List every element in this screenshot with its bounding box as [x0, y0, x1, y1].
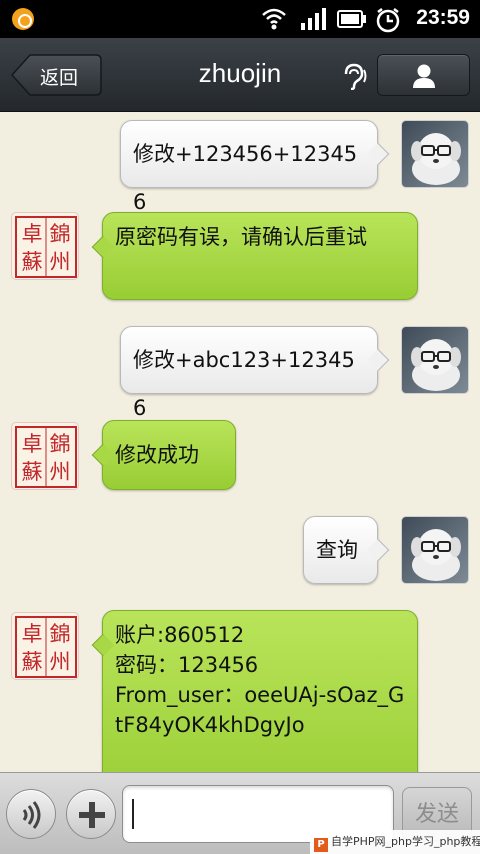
signal-icon — [301, 8, 326, 30]
profile-icon — [413, 64, 435, 88]
user-avatar-image — [411, 529, 461, 581]
message-text: 修改成功 — [115, 443, 199, 467]
message-text: 查询 — [316, 538, 358, 562]
seal-character: 卓 — [22, 222, 43, 246]
seal-avatar-image: 卓 錦 蘇 州 — [15, 616, 77, 678]
seal-character: 州 — [50, 650, 71, 674]
seal-avatar-image: 卓 錦 蘇 州 — [15, 426, 77, 488]
seal-character: 錦 — [50, 432, 71, 456]
message-bubble-incoming[interactable]: 修改成功 — [102, 420, 236, 490]
message-bubble-outgoing[interactable]: 修改+abc123+123456 — [120, 326, 378, 420]
message-row: 修改+abc123+123456 — [0, 318, 480, 420]
message-row: 修改+123456+123456 — [0, 112, 480, 214]
status-bar: 23:59 — [0, 0, 480, 38]
avatar[interactable]: 卓 錦 蘇 州 — [11, 612, 79, 680]
message-row: 查询 — [0, 508, 480, 592]
seal-character: 蘇 — [22, 460, 43, 484]
title-bar: 返回 zhuojin — [0, 38, 480, 112]
seal-character: 州 — [50, 250, 71, 274]
message-text-line: From_user：oeeUAj-sOaz_GtF84yOK4khDgyJo — [115, 683, 405, 737]
app-notification-icon — [12, 8, 34, 30]
message-text-line: 密码：123456 — [115, 653, 259, 677]
message-text: 修改+abc123+123456 — [133, 348, 355, 420]
user-avatar-image — [411, 133, 461, 185]
plus-button[interactable] — [66, 789, 116, 839]
watermark: P 自学PHP网_php学习_php教程 — [310, 830, 480, 854]
seal-character: 蘇 — [22, 650, 43, 674]
voice-icon — [22, 801, 41, 829]
voice-button[interactable] — [6, 789, 56, 839]
alarm-clock-icon — [376, 8, 400, 33]
clock: 23:59 — [416, 6, 470, 29]
message-bubble-incoming[interactable]: 原密码有误，请确认后重试 — [102, 212, 418, 300]
watermark-text: 自学PHP网_php学习_php教程 — [331, 835, 480, 848]
avatar[interactable] — [401, 516, 469, 584]
seal-character: 蘇 — [22, 250, 43, 274]
avatar[interactable] — [401, 326, 469, 394]
user-avatar-image — [411, 339, 461, 391]
message-row: 卓 錦 蘇 州 修改成功 — [0, 412, 480, 496]
message-list[interactable]: 修改+123456+123456 卓 錦 蘇 州 原密码有误，请确认后重试 修改… — [0, 112, 480, 772]
watermark-logo-icon: P — [314, 838, 328, 852]
seal-character: 錦 — [50, 622, 71, 646]
message-bubble-incoming[interactable]: 账户:860512 密码：123456 From_user：oeeUAj-sOa… — [102, 610, 418, 772]
seal-character: 卓 — [22, 432, 43, 456]
message-text-line: 账户:860512 — [115, 623, 245, 647]
avatar[interactable]: 卓 錦 蘇 州 — [11, 422, 79, 490]
message-row: 卓 錦 蘇 州 账户:860512 密码：123456 From_user：oe… — [0, 602, 480, 772]
seal-character: 錦 — [50, 222, 71, 246]
message-row: 卓 錦 蘇 州 原密码有误，请确认后重试 — [0, 206, 480, 306]
plus-icon — [79, 802, 105, 828]
message-text: 原密码有误，请确认后重试 — [115, 225, 367, 249]
seal-character: 卓 — [22, 622, 43, 646]
message-bubble-outgoing[interactable]: 修改+123456+123456 — [120, 120, 378, 214]
text-caret — [132, 799, 134, 829]
profile-button[interactable] — [377, 54, 470, 96]
seal-avatar-image: 卓 錦 蘇 州 — [15, 216, 77, 278]
message-text: 修改+123456+123456 — [133, 142, 358, 214]
seal-character: 州 — [50, 460, 71, 484]
battery-icon — [337, 10, 366, 28]
earpiece-icon[interactable] — [340, 62, 368, 90]
avatar[interactable] — [401, 120, 469, 188]
wifi-icon — [262, 8, 286, 30]
avatar[interactable]: 卓 錦 蘇 州 — [11, 212, 79, 280]
